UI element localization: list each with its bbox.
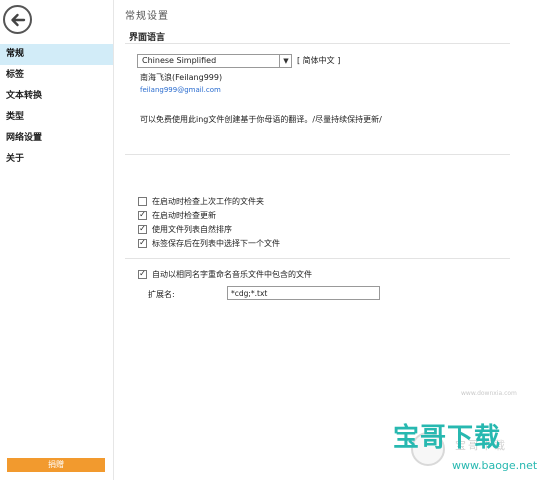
checkmark-icon: ✓ (139, 210, 146, 219)
divider (125, 258, 510, 259)
option-auto-rename[interactable]: ✓ 自动以相同名字重命名音乐文件中包含的文件 (138, 268, 312, 280)
donate-button[interactable]: 捐赠 (7, 458, 105, 472)
option-natural-sort[interactable]: ✓ 使用文件列表自然排序 (138, 223, 232, 235)
translator-name: 南海飞浪(Feilang999) (140, 73, 223, 82)
option-label: 在启动时检查更新 (152, 210, 216, 220)
checkbox[interactable]: ✓ (138, 238, 147, 248)
settings-nav: 常规 标签 文本转换 类型 网络设置 关于 (0, 44, 113, 170)
general-settings-panel: 常规设置 界面语言 Chinese Simplified ▼ [ 简体中文 ] … (115, 0, 550, 480)
translator-email-link[interactable]: feilang999@gmail.com (140, 86, 221, 94)
option-label: 自动以相同名字重命名音乐文件中包含的文件 (152, 269, 312, 279)
nav-item-types[interactable]: 类型 (0, 107, 113, 128)
page-title: 常规设置 (125, 11, 169, 22)
watermark-url: www.baoge.net (452, 459, 538, 472)
arrow-left-icon (10, 13, 25, 26)
nav-item-general[interactable]: 常规 (0, 44, 113, 65)
checkbox[interactable]: ✓ (138, 210, 147, 220)
translation-note: 可以免费使用此ing文件创建基于你母语的翻译。/尽量持续保持更新/ (140, 115, 382, 124)
chevron-down-icon: ▼ (283, 57, 289, 65)
checkmark-icon: ✓ (139, 224, 146, 233)
language-native-name: [ 简体中文 ] (297, 56, 341, 65)
back-button[interactable] (3, 5, 32, 34)
interface-language-title: 界面语言 (129, 33, 166, 43)
option-select-next-file[interactable]: ✓ 标签保存后在列表中选择下一个文件 (138, 237, 280, 249)
option-label: 标签保存后在列表中选择下一个文件 (152, 238, 280, 248)
nav-item-text-conversion[interactable]: 文本转换 (0, 86, 113, 107)
divider (125, 154, 510, 155)
checkbox[interactable] (138, 196, 147, 206)
language-select[interactable]: Chinese Simplified (137, 54, 292, 68)
nav-item-tags[interactable]: 标签 (0, 65, 113, 86)
watermark-brand: 宝哥下载 (393, 423, 502, 453)
extensions-label: 扩展名: (148, 290, 175, 299)
sidebar: 常规 标签 文本转换 类型 网络设置 关于 捐赠 (0, 0, 114, 480)
option-label: 使用文件列表自然排序 (152, 224, 232, 234)
nav-item-network-settings[interactable]: 网络设置 (0, 128, 113, 149)
checkbox[interactable]: ✓ (138, 269, 147, 279)
language-dropdown-arrow[interactable]: ▼ (279, 54, 292, 68)
nav-item-about[interactable]: 关于 (0, 149, 113, 170)
checkbox[interactable]: ✓ (138, 224, 147, 234)
checkmark-icon: ✓ (139, 269, 146, 278)
checkmark-icon: ✓ (139, 238, 146, 247)
option-check-last-folder[interactable]: 在启动时检查上次工作的文件夹 (138, 195, 264, 207)
watermark-small-text: www.downxia.com (461, 390, 517, 397)
divider (125, 43, 510, 44)
option-label: 在启动时检查上次工作的文件夹 (152, 196, 264, 206)
option-check-updates[interactable]: ✓ 在启动时检查更新 (138, 209, 216, 221)
extensions-input[interactable] (227, 286, 380, 300)
